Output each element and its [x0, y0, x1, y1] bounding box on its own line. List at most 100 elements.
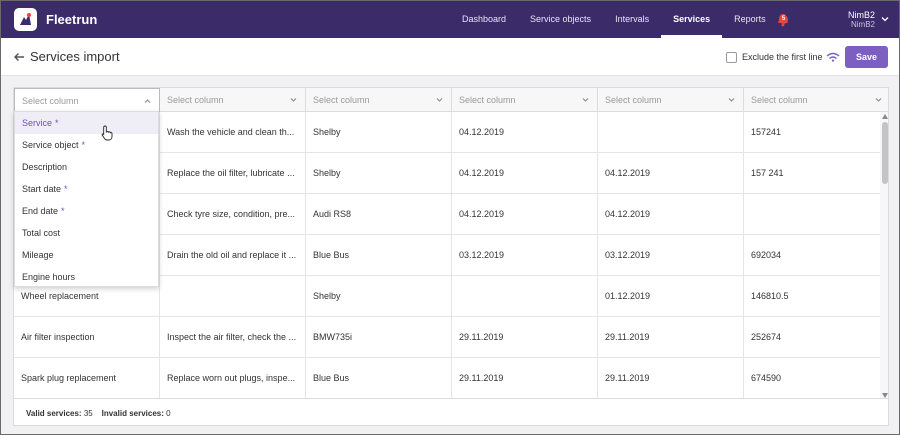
user-menu[interactable]: NimB2 NimB2 [848, 10, 875, 30]
dropdown-option-label: End date [22, 206, 59, 216]
required-marker: * [61, 206, 65, 216]
column-select-1[interactable]: Select column [14, 88, 160, 112]
table-cell: 01.12.2019 [598, 276, 744, 317]
chevron-up-icon [144, 99, 151, 103]
dropdown-option-label: Mileage [22, 250, 54, 260]
table-cell: 29.11.2019 [452, 358, 598, 398]
save-button[interactable]: Save [845, 46, 888, 68]
page-header: Services import Exclude the first line S… [1, 38, 899, 76]
table-cell: Shelby [306, 153, 452, 194]
dropdown-option[interactable]: End date * [15, 200, 158, 222]
column-select-5[interactable]: Select column [598, 88, 744, 112]
table-scrollbar[interactable] [880, 112, 888, 398]
valid-services-count: 35 [83, 409, 93, 418]
scrollbar-thumb[interactable] [882, 122, 888, 184]
column-select-label: Select column [313, 95, 370, 105]
main-nav: Dashboard Service objects Intervals Serv… [450, 1, 778, 38]
chevron-down-icon [290, 98, 297, 102]
dropdown-option[interactable]: Service * [15, 112, 158, 134]
nav-reports[interactable]: Reports [722, 1, 778, 38]
dropdown-option[interactable]: Mileage [15, 244, 158, 266]
invalid-services-count: 0 [166, 409, 171, 418]
column-select-6[interactable]: Select column [744, 88, 888, 112]
table-cell: Replace worn out plugs, inspe... [160, 358, 306, 398]
signal-icon[interactable] [826, 52, 840, 62]
chevron-down-icon [582, 98, 589, 102]
table-cell: Drain the old oil and replace it ... [160, 235, 306, 276]
table-cell: Wash the vehicle and clean th... [160, 112, 306, 153]
chevron-down-icon [436, 98, 443, 102]
required-marker: * [64, 184, 68, 194]
dropdown-option[interactable]: Description [15, 156, 158, 178]
table-cell: 04.12.2019 [452, 194, 598, 235]
chevron-down-icon [875, 98, 882, 102]
table-cell: 157241 [751, 127, 782, 137]
column-select-label: Select column [167, 95, 224, 105]
column-select-2[interactable]: Select column [160, 88, 306, 112]
required-marker: * [55, 118, 59, 128]
table-cell: 29.11.2019 [598, 317, 744, 358]
table-cell: Air filter inspection [14, 317, 160, 358]
scroll-up-icon[interactable] [882, 114, 888, 119]
notifications-bell-icon[interactable]: 5 [776, 13, 790, 27]
column-select-label: Select column [459, 95, 516, 105]
app-logo-icon[interactable] [14, 8, 37, 31]
required-marker: * [81, 140, 86, 150]
table-cell: 04.12.2019 [452, 112, 598, 153]
table-cell: 146810.5 [751, 291, 789, 301]
table-cell: Blue Bus [306, 358, 452, 398]
table-cell [452, 276, 598, 317]
import-summary: Valid services: 35 Invalid services: 0 [13, 399, 889, 426]
table-cell: 157 241 [751, 168, 784, 178]
exclude-first-line-label: Exclude the first line [742, 52, 823, 62]
table-cell: Shelby [306, 276, 452, 317]
page-title: Services import [30, 49, 120, 64]
table-row: Air filter inspection Inspect the air fil… [14, 317, 880, 358]
table-cell: Blue Bus [306, 235, 452, 276]
nav-services[interactable]: Services [661, 1, 723, 38]
scroll-down-icon[interactable] [882, 393, 888, 398]
nav-dashboard[interactable]: Dashboard [450, 1, 518, 38]
pointer-cursor-icon [101, 125, 113, 141]
table-cell: 04.12.2019 [598, 153, 744, 194]
user-account: NimB2 [850, 20, 875, 29]
table-cell: 29.11.2019 [452, 317, 598, 358]
column-select-3[interactable]: Select column [306, 88, 452, 112]
back-arrow-icon[interactable] [13, 51, 25, 63]
dropdown-option-label: Description [22, 162, 68, 172]
summary-text: Valid services: 35 Invalid services: 0 [26, 409, 171, 418]
top-bar: Fleetrun Dashboard Service objects Inter… [1, 1, 899, 38]
column-select-4[interactable]: Select column [452, 88, 598, 112]
dropdown-option[interactable]: Engine hours [15, 266, 158, 288]
dropdown-option[interactable]: Total cost [15, 222, 158, 244]
invalid-services-label: Invalid services: [101, 409, 164, 418]
dropdown-option[interactable]: Service object * [15, 134, 158, 156]
dropdown-option-label: Engine hours [22, 272, 76, 282]
dropdown-option[interactable]: Start date * [15, 178, 158, 200]
dropdown-option-label: Start date [22, 184, 62, 194]
table-cell: 252674 [751, 332, 782, 342]
column-select-label: Select column [605, 95, 662, 105]
dropdown-option-label: Service [22, 118, 53, 128]
chevron-down-icon[interactable] [881, 15, 889, 23]
table-cell: 03.12.2019 [452, 235, 598, 276]
app-name[interactable]: Fleetrun [46, 12, 97, 27]
exclude-first-line-checkbox[interactable] [726, 51, 737, 63]
table-cell [160, 276, 306, 317]
column-select-label: Select column [751, 95, 808, 105]
table-header: Select column Select column Select colum… [14, 88, 888, 112]
user-name: NimB2 [847, 10, 875, 20]
dropdown-option-label: Service object [22, 140, 79, 150]
table-cell: 674590 [751, 373, 782, 383]
table-cell: Shelby [306, 112, 452, 153]
table-cell: Inspect the air filter, check the ... [160, 317, 306, 358]
exclude-first-line-option[interactable]: Exclude the first line [726, 50, 823, 64]
nav-intervals[interactable]: Intervals [603, 1, 661, 38]
column-type-dropdown: Service * Service object * Description Start … [14, 111, 159, 287]
app-window: Fleetrun Dashboard Service objects Inter… [0, 0, 900, 435]
table-cell: 04.12.2019 [598, 194, 744, 235]
nav-service-objects[interactable]: Service objects [518, 1, 603, 38]
table-cell [598, 112, 744, 153]
table-cell: 29.11.2019 [598, 358, 744, 398]
notifications-badge: 5 [779, 15, 788, 24]
